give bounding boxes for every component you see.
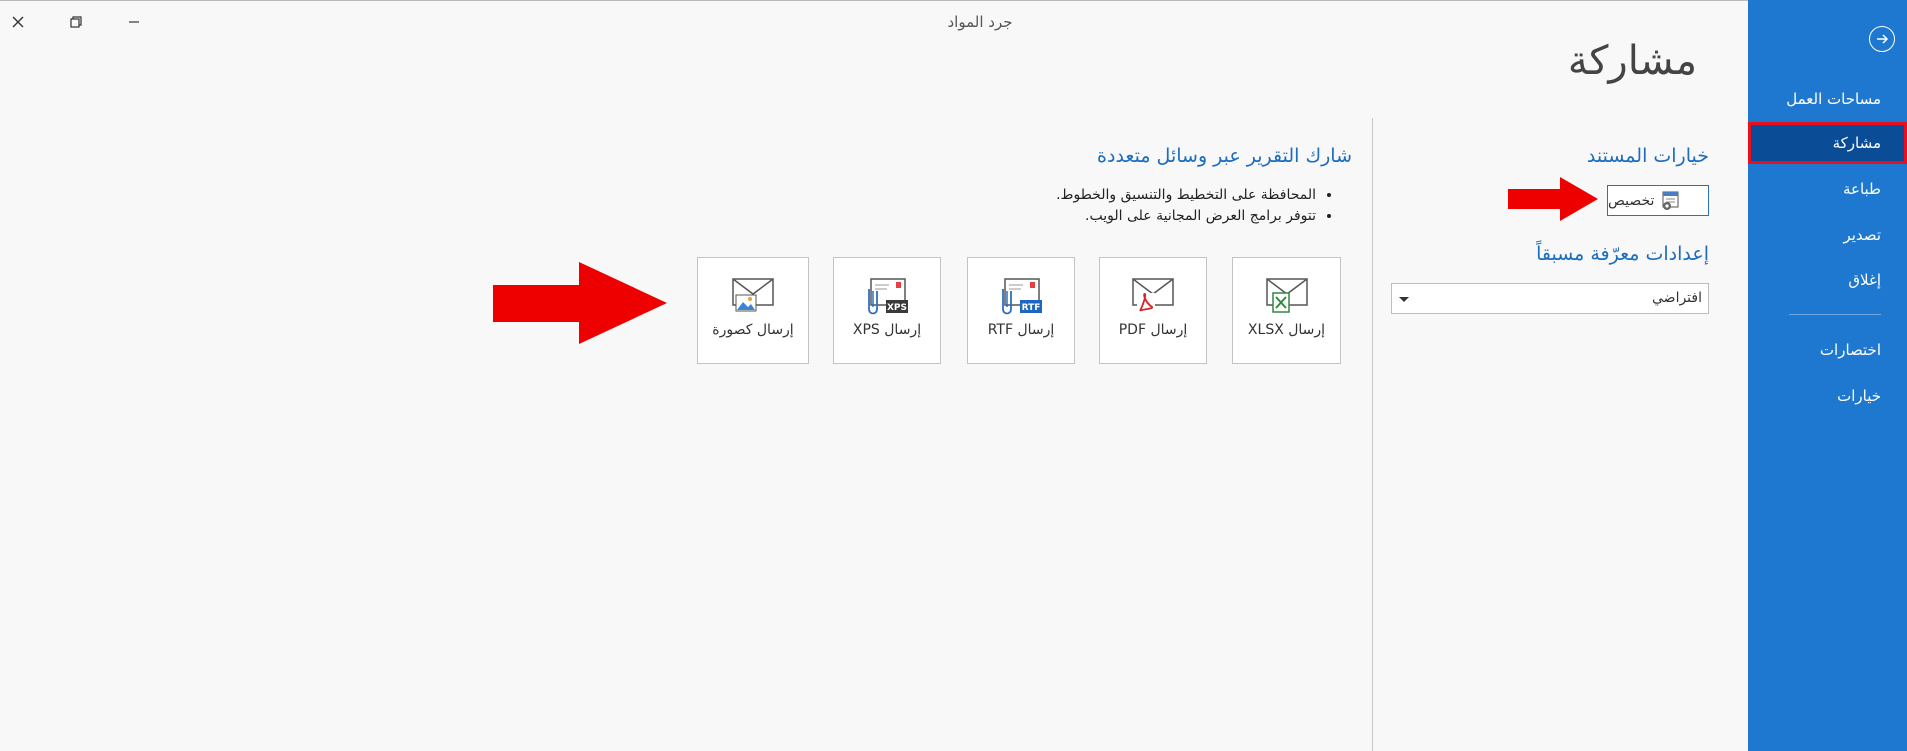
predefined-settings-heading: إعدادات معرّفة مسبقاً [1536,243,1709,265]
title-bar: جرد المواد [0,0,1748,43]
sidebar-item-workspaces[interactable]: مساحات العمل [1748,78,1907,120]
window-title: جرد المواد [947,13,1013,31]
share-heading: شارك التقرير عبر وسائل متعددة [1097,145,1352,167]
sidebar-item-close[interactable]: إغلاق [1748,259,1907,301]
xlsx-mail-icon [1265,278,1308,313]
send-xps-button[interactable]: XPS إرسال XPS [833,257,941,364]
send-image-button[interactable]: إرسال كصورة [697,257,809,364]
document-options-heading: خيارات المستند [1586,145,1709,167]
chevron-down-icon [1399,297,1409,302]
red-arrow-customize [1508,177,1598,221]
sidebar-item-options[interactable]: خيارات [1748,375,1907,417]
sidebar-item-shortcuts[interactable]: اختصارات [1748,329,1907,371]
customize-settings-icon [1662,191,1679,210]
tile-label: إرسال XPS [852,322,922,338]
tile-label: إرسال PDF [1118,322,1188,338]
section-divider [1372,118,1373,751]
rtf-badge: RTF [1022,303,1041,313]
xps-badge: XPS [887,303,907,313]
backstage-sidebar: مساحات العمل مشاركة طباعة تصدير إغلاق اخ… [1748,0,1907,751]
list-item: تتوفر برامج العرض المجانية على الويب. [1056,206,1316,227]
minimize-icon [129,21,139,23]
tile-label: إرسال RTF [987,322,1055,338]
sidebar-item-share[interactable]: مشاركة [1748,122,1907,164]
red-arrow-tiles [493,262,667,344]
tile-label: إرسال كصورة [712,322,794,338]
customize-button-label: تخصيص [1608,192,1655,209]
pdf-mail-icon [1132,278,1174,313]
tile-label: إرسال XLSX [1247,322,1326,338]
list-item: المحافظة على التخطيط والتنسيق والخطوط. [1056,185,1316,206]
image-mail-icon [732,278,774,312]
preset-dropdown[interactable]: افتراضي [1391,283,1709,314]
rtf-mail-icon: RTF [1002,278,1042,315]
page-title: مشاركة [1567,38,1697,84]
minimize-button[interactable] [117,7,151,37]
send-rtf-button[interactable]: RTF إرسال RTF [967,257,1075,364]
restore-icon [70,16,82,28]
sidebar-item-print[interactable]: طباعة [1748,168,1907,210]
xps-mail-icon: XPS [868,278,908,315]
customize-button[interactable]: تخصيص [1607,185,1709,216]
sidebar-item-export[interactable]: تصدير [1748,214,1907,256]
close-icon [12,16,24,28]
send-xlsx-button[interactable]: إرسال XLSX [1232,257,1341,364]
sidebar-divider [1789,314,1881,315]
close-button[interactable] [1,7,35,37]
back-button[interactable] [1869,26,1895,52]
preset-dropdown-value: افتراضي [1652,290,1702,306]
share-benefits-list: المحافظة على التخطيط والتنسيق والخطوط. ت… [1056,185,1334,227]
restore-button[interactable] [59,7,93,37]
arrow-right-icon [1877,34,1889,44]
send-pdf-button[interactable]: إرسال PDF [1099,257,1207,364]
